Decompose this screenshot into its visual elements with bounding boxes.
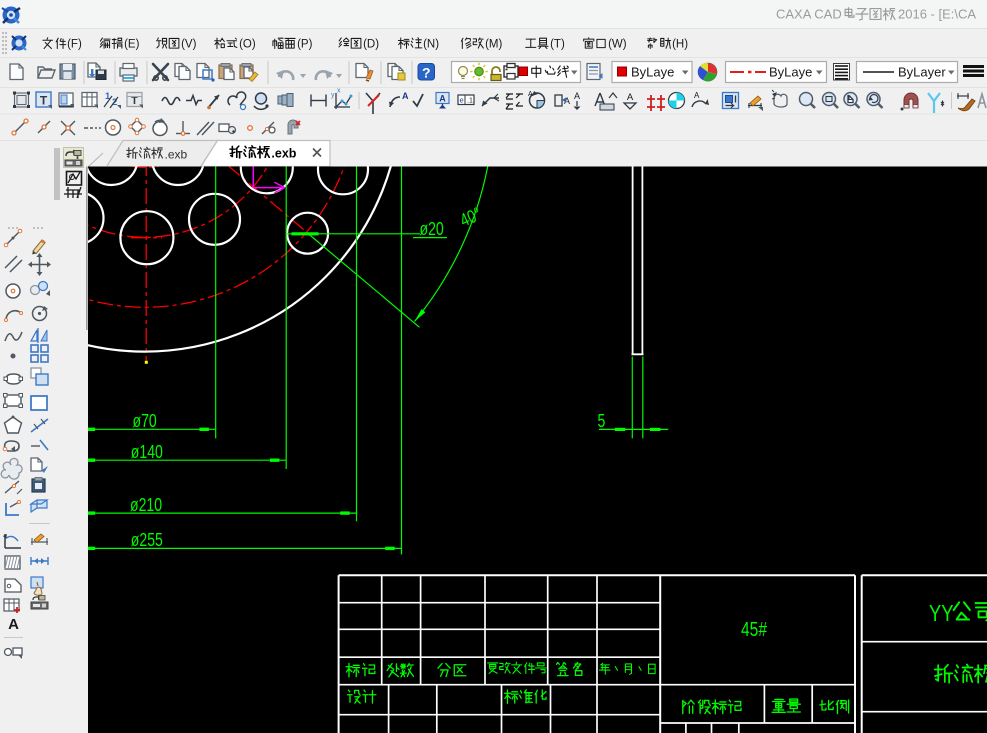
svg-text:ø210: ø210 xyxy=(130,495,162,515)
svg-text:ø255: ø255 xyxy=(131,530,163,550)
svg-text:(D): (D) xyxy=(363,39,379,51)
svg-text:(M): (M) xyxy=(485,39,502,51)
svg-text:ø140: ø140 xyxy=(131,442,163,462)
svg-text:A: A xyxy=(528,91,533,98)
svg-text:A: A xyxy=(694,91,700,100)
svg-text:A: A xyxy=(627,92,634,103)
svg-text:(E): (E) xyxy=(124,39,140,51)
svg-text:y: y xyxy=(331,92,335,99)
svg-text:1: 1 xyxy=(105,91,111,102)
svg-text:(O): (O) xyxy=(239,39,256,51)
svg-text:(N): (N) xyxy=(423,39,439,51)
svg-text:.1: .1 xyxy=(467,98,473,105)
svg-text:A: A xyxy=(574,91,580,101)
svg-text:5: 5 xyxy=(598,411,606,431)
svg-text:YY: YY xyxy=(929,601,954,626)
svg-text:A: A xyxy=(8,616,19,633)
svg-text:e: e xyxy=(460,96,464,105)
svg-text:ø20: ø20 xyxy=(420,219,444,239)
svg-text:2016 - [E:\CA: 2016 - [E:\CA xyxy=(898,7,976,22)
svg-text:(P): (P) xyxy=(297,39,313,51)
svg-text:45#: 45# xyxy=(741,618,767,640)
svg-text:T: T xyxy=(40,94,48,108)
svg-text:A: A xyxy=(439,94,446,104)
svg-text:x: x xyxy=(337,88,341,95)
svg-text:(T): (T) xyxy=(550,39,565,51)
svg-text:CAXA CAD: CAXA CAD xyxy=(776,7,842,22)
svg-text:(W): (W) xyxy=(608,39,627,51)
svg-text:.exb: .exb xyxy=(271,147,296,161)
svg-text:ByLaye: ByLaye xyxy=(631,65,674,80)
svg-text:(H): (H) xyxy=(672,39,688,51)
svg-text:(F): (F) xyxy=(67,39,82,51)
svg-text:ByLayer: ByLayer xyxy=(898,65,946,80)
svg-text:ByLaye: ByLaye xyxy=(769,65,812,80)
svg-text:?: ? xyxy=(422,65,431,81)
svg-text:A: A xyxy=(402,91,409,101)
svg-text:.exb: .exb xyxy=(165,148,188,162)
svg-text:(V): (V) xyxy=(181,39,197,51)
svg-text:ø70: ø70 xyxy=(133,411,157,431)
